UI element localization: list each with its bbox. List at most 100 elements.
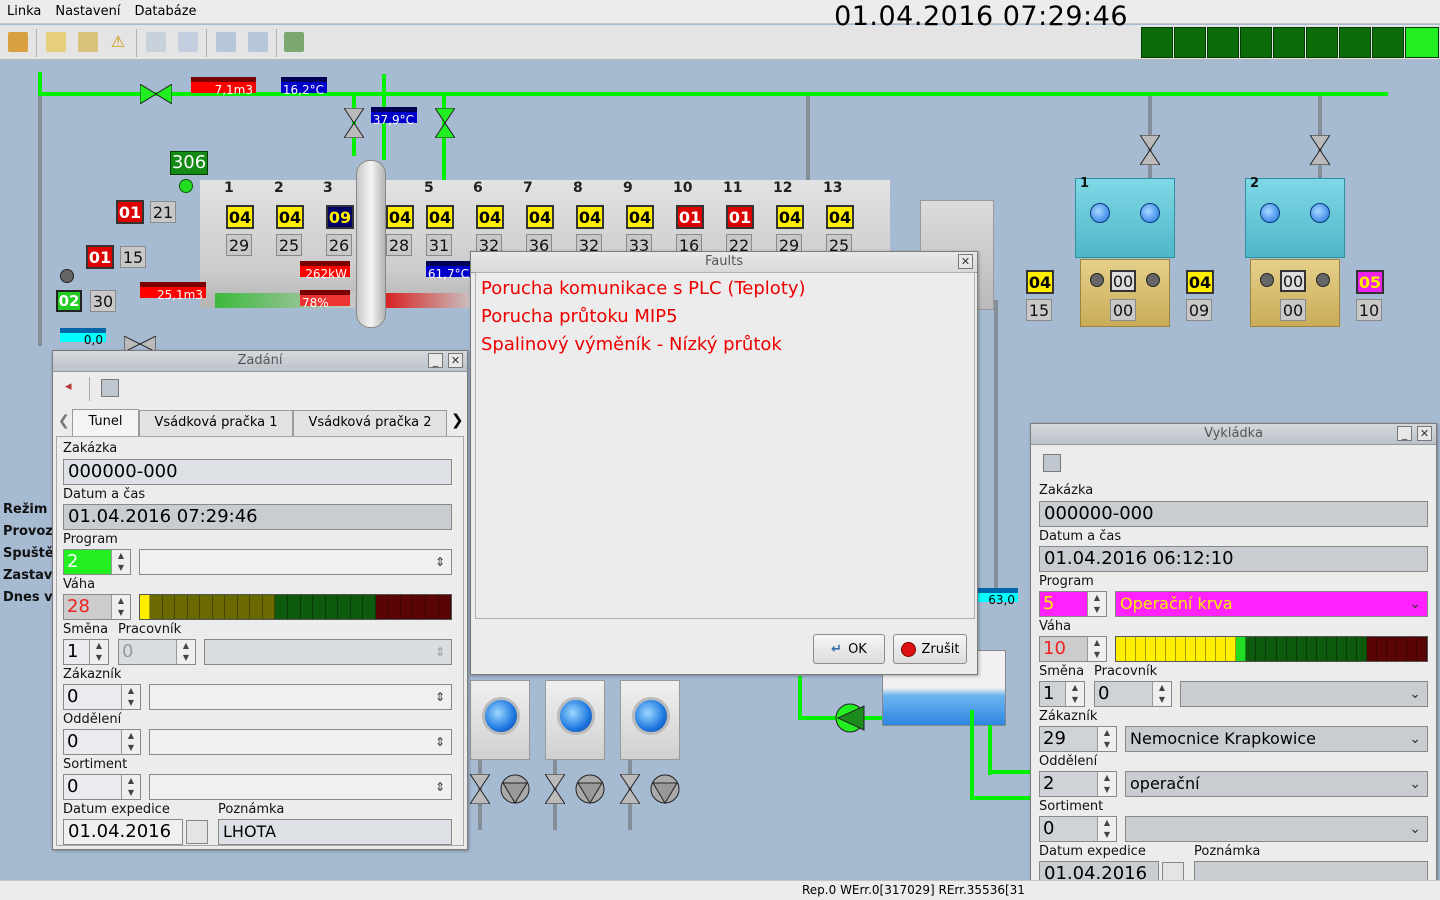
tab-scroll-left[interactable]: ❮: [58, 413, 70, 429]
loader-program[interactable]: 01: [116, 200, 144, 224]
tab-vsadkova-2[interactable]: Vsádková pračka 2: [293, 410, 447, 436]
dryer-program[interactable]: 00: [1110, 270, 1136, 292]
worker-spinner[interactable]: 0 ▲ ▼: [1094, 681, 1172, 707]
spinner-arrows[interactable]: ▲ ▼: [1087, 637, 1106, 661]
menu-nastaveni[interactable]: Nastavení: [48, 1, 127, 23]
chamber-program[interactable]: 04: [426, 205, 454, 229]
layout-icon[interactable]: [248, 32, 268, 52]
chamber-program[interactable]: 01: [726, 205, 754, 229]
fault-message[interactable]: Porucha průtoku MIP5: [481, 306, 678, 327]
spinner-arrows[interactable]: ▲ ▼: [1152, 682, 1171, 706]
spinner-arrows[interactable]: ▲ ▼: [1097, 772, 1116, 796]
notes-icon[interactable]: [78, 32, 98, 52]
valve-icon[interactable]: [1140, 135, 1160, 165]
chamber-program[interactable]: 04: [386, 205, 414, 229]
fault-message[interactable]: Porucha komunikace s PLC (Teploty): [481, 278, 806, 299]
user-icon[interactable]: [8, 32, 28, 52]
order-field[interactable]: 000000-000: [1039, 501, 1428, 527]
report-icon[interactable]: [178, 32, 198, 52]
washer-machine[interactable]: [470, 680, 530, 760]
tab-scroll-right[interactable]: ❯: [451, 411, 464, 429]
program-spinner[interactable]: 5 ▲ ▼: [1039, 591, 1107, 617]
order-field[interactable]: 000000-000: [63, 459, 452, 485]
chamber-program[interactable]: 04: [826, 205, 854, 229]
chamber-program[interactable]: 04: [226, 205, 254, 229]
chamber-program[interactable]: 09: [326, 205, 354, 229]
mute-icon[interactable]: ◂: [65, 379, 81, 395]
spinner-arrows[interactable]: ▲ ▼: [121, 775, 140, 799]
worker-select[interactable]: ⇕: [204, 639, 452, 665]
washer-machine[interactable]: [620, 680, 680, 760]
valve-icon[interactable]: [140, 84, 172, 104]
spinner-arrows[interactable]: ▲ ▼: [121, 730, 140, 754]
menu-databaze[interactable]: Databáze: [127, 1, 203, 23]
tab-tunel[interactable]: Tunel: [72, 409, 139, 436]
spinner-arrows[interactable]: ▲ ▼: [1097, 727, 1116, 751]
program-select[interactable]: ⇕: [139, 549, 452, 575]
spinner-arrows[interactable]: ▲ ▼: [89, 640, 108, 664]
customer-spinner[interactable]: 29 ▲ ▼: [1039, 726, 1117, 752]
valve-icon[interactable]: [470, 774, 490, 804]
tab-vsadkova-1[interactable]: Vsádková pračka 1: [139, 410, 293, 436]
chamber-program[interactable]: 04: [276, 205, 304, 229]
pump-icon[interactable]: [575, 774, 605, 804]
program-select[interactable]: Operační krva ⌄: [1115, 591, 1428, 617]
worker-spinner[interactable]: 0 ▲ ▼: [118, 639, 196, 665]
assort-spinner[interactable]: 0 ▲ ▼: [1039, 816, 1117, 842]
spinner-arrows[interactable]: ▲ ▼: [1087, 592, 1106, 616]
weight-spinner[interactable]: 28 ▲ ▼: [63, 594, 131, 620]
shuttle-program[interactable]: 04: [1026, 270, 1054, 294]
close-icon[interactable]: ✕: [1417, 426, 1432, 441]
valve-icon[interactable]: [1310, 135, 1330, 165]
customer-select[interactable]: ⇕: [149, 684, 452, 710]
fault-message[interactable]: Spalinový výměník - Nízký průtok: [481, 334, 782, 355]
dept-spinner[interactable]: 0 ▲ ▼: [63, 729, 141, 755]
loader-program[interactable]: 02: [56, 290, 82, 312]
dept-spinner[interactable]: 2 ▲ ▼: [1039, 771, 1117, 797]
pump-icon[interactable]: [500, 774, 530, 804]
print-icon[interactable]: [101, 379, 119, 397]
assort-select[interactable]: ⌄: [1125, 816, 1428, 842]
warning-icon[interactable]: ⚠: [108, 32, 128, 52]
customer-spinner[interactable]: 0 ▲ ▼: [63, 684, 141, 710]
calendar-icon[interactable]: [186, 820, 208, 844]
spinner-arrows[interactable]: ▲ ▼: [111, 595, 130, 619]
shuttle-program[interactable]: 04: [1186, 270, 1214, 294]
ok-button[interactable]: ↵ OK: [813, 634, 885, 664]
pump-icon[interactable]: [834, 702, 866, 734]
shift-spinner[interactable]: 1 ▲ ▼: [63, 639, 109, 665]
pump-icon[interactable]: [650, 774, 680, 804]
valve-icon[interactable]: [545, 774, 565, 804]
assort-spinner[interactable]: 0 ▲ ▼: [63, 774, 141, 800]
customer-select[interactable]: Nemocnice Krapkowice ⌄: [1125, 726, 1428, 752]
washer-machine[interactable]: [545, 680, 605, 760]
minimize-icon[interactable]: _: [1397, 426, 1412, 441]
chamber-program[interactable]: 01: [676, 205, 704, 229]
print-icon[interactable]: [1043, 454, 1061, 472]
worker-select[interactable]: ⌄: [1180, 681, 1428, 707]
weight-spinner[interactable]: 10 ▲ ▼: [1039, 636, 1107, 662]
chamber-program[interactable]: 04: [626, 205, 654, 229]
shift-spinner[interactable]: 1 ▲ ▼: [1039, 681, 1085, 707]
edit-icon[interactable]: [46, 32, 66, 52]
cancel-button[interactable]: Zrušit: [893, 634, 967, 664]
document-icon[interactable]: [146, 32, 166, 52]
expdate-field[interactable]: 01.04.2016: [63, 819, 183, 845]
chamber-program[interactable]: 04: [576, 205, 604, 229]
spinner-arrows[interactable]: ▲ ▼: [111, 550, 130, 574]
note-field[interactable]: LHOTA: [218, 819, 452, 845]
chamber-program[interactable]: 04: [476, 205, 504, 229]
assort-select[interactable]: ⇕: [149, 774, 452, 800]
valve-icon[interactable]: [344, 108, 364, 138]
program-spinner[interactable]: 2 ▲ ▼: [63, 549, 131, 575]
dryer-program[interactable]: 00: [1280, 270, 1306, 292]
dept-select[interactable]: operační ⌄: [1125, 771, 1428, 797]
chamber-program[interactable]: 04: [776, 205, 804, 229]
table-icon[interactable]: [216, 32, 236, 52]
minimize-icon[interactable]: _: [428, 353, 443, 368]
spinner-arrows[interactable]: ▲ ▼: [1097, 817, 1116, 841]
faults-title-bar[interactable]: Faults ✕: [471, 252, 977, 273]
close-icon[interactable]: ✕: [448, 353, 463, 368]
dept-select[interactable]: ⇕: [149, 729, 452, 755]
spinner-arrows[interactable]: ▲ ▼: [1065, 682, 1084, 706]
